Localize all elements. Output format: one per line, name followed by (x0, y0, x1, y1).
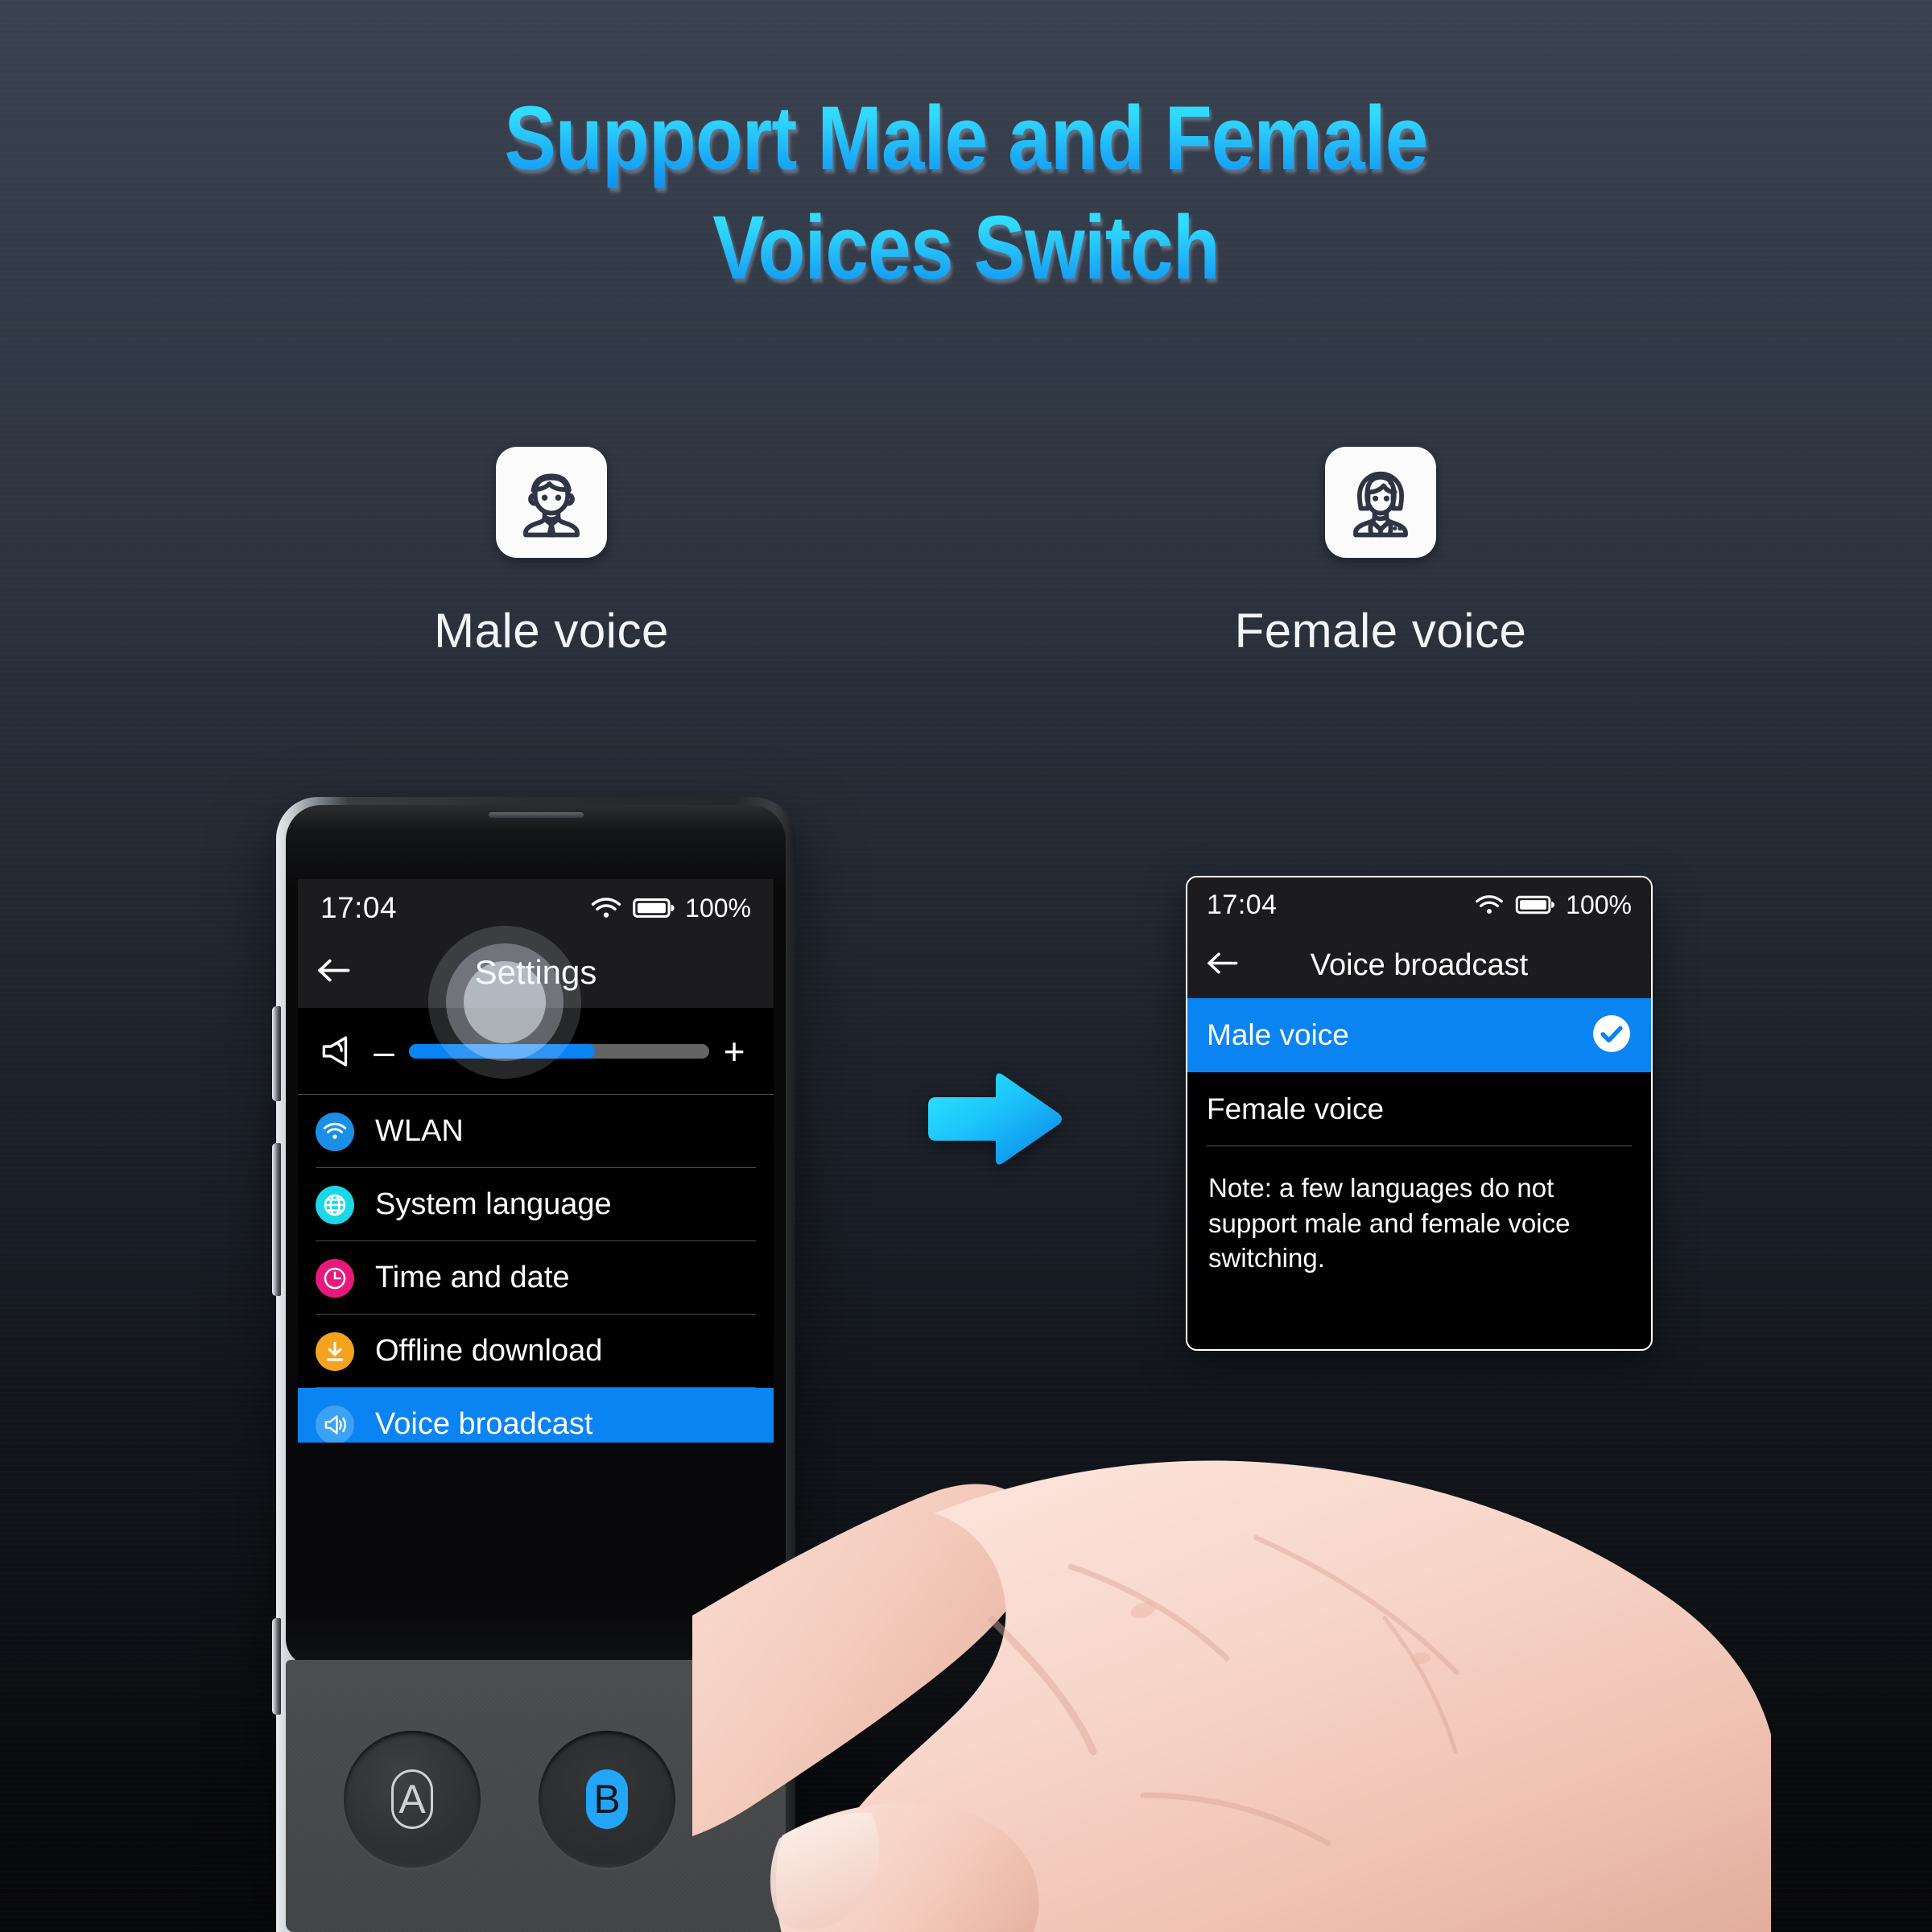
arrow-left-icon (1208, 952, 1238, 974)
settings-list: WLAN System language Time and date Offli… (298, 1095, 774, 1443)
voice-option-male: Male voice (415, 447, 688, 658)
side-button-middle[interactable] (272, 1143, 281, 1296)
settings-row-label: Time and date (375, 1261, 570, 1294)
volume-track[interactable] (409, 1043, 709, 1059)
key-b-button[interactable]: B (539, 1731, 675, 1868)
globe-icon (316, 1185, 354, 1224)
voice-option-female: Female voice (1235, 447, 1526, 658)
earpiece-speaker-slit (488, 812, 584, 818)
settings-row-label: Voice broadcast (375, 1407, 593, 1441)
wifi-icon (1476, 895, 1504, 914)
settings-row-time-and-date[interactable]: Time and date (298, 1241, 774, 1315)
clock-icon (316, 1258, 354, 1298)
option-label: Female voice (1207, 1092, 1385, 1125)
download-icon (316, 1331, 354, 1371)
screen-title: Settings (474, 953, 597, 991)
arrow-right-icon (928, 1073, 1062, 1165)
arrow-left-icon (318, 959, 350, 982)
device-screen: 17:04 100% Settings – + WLAN System lang… (298, 879, 774, 1443)
panel-title: Voice broadcast (1310, 947, 1529, 982)
option-female-voice[interactable]: Female voice (1187, 1072, 1651, 1146)
settings-row-label: WLAN (375, 1114, 464, 1148)
battery-icon (1515, 895, 1555, 914)
volume-fill (409, 1043, 596, 1059)
female-avatar-tile (1325, 447, 1436, 558)
option-label: Male voice (1207, 1018, 1349, 1051)
volume-slider-row[interactable]: – + (298, 1008, 774, 1095)
battery-icon (633, 898, 675, 918)
option-male-voice[interactable]: Male voice (1187, 998, 1651, 1072)
male-avatar-icon (523, 473, 580, 538)
panel-note: Note: a few languages do not support mal… (1208, 1173, 1571, 1274)
status-time: 17:04 (320, 891, 398, 924)
panel-back-button[interactable] (1205, 951, 1239, 980)
male-avatar-tile (496, 447, 607, 558)
battery-percent: 100% (685, 893, 751, 923)
key-a-label: A (391, 1769, 433, 1829)
wifi-circle-icon (316, 1112, 354, 1151)
title-line-1: Support Male and Female (135, 89, 1797, 188)
female-voice-caption: Female voice (1234, 604, 1527, 658)
speaker-wave-icon (316, 1405, 354, 1443)
panel-battery-percent: 100% (1566, 890, 1632, 919)
side-button-upper[interactable] (272, 1006, 281, 1101)
volume-down-button[interactable]: – (362, 1033, 406, 1070)
settings-row-label: Offline download (375, 1334, 603, 1368)
key-b-label: B (586, 1769, 628, 1829)
check-circle-icon (1591, 1013, 1632, 1058)
speaker-icon (316, 1034, 362, 1069)
page-title: Support Male and Female Voices Switch (0, 89, 1932, 298)
male-voice-caption: Male voice (434, 604, 669, 658)
voice-options-row: Male voice Female voice (0, 447, 1932, 658)
key-a-button[interactable]: A (344, 1731, 481, 1868)
promo-graphic: Support Male and Female Voices Switch Ma… (0, 0, 1932, 1932)
title-line-2: Voices Switch (135, 198, 1797, 298)
settings-row-wlan[interactable]: WLAN (298, 1095, 774, 1168)
wifi-icon (592, 898, 621, 918)
voice-broadcast-panel: 17:04 100% Voice broadcast Male voice Fe… (1186, 876, 1653, 1351)
panel-status-time: 17:04 (1207, 889, 1278, 920)
app-bar: Settings (298, 937, 774, 1008)
back-button[interactable] (316, 957, 351, 989)
settings-row-offline-download[interactable]: Offline download (298, 1315, 774, 1388)
female-avatar-icon (1353, 471, 1408, 538)
status-bar: 17:04 100% (298, 879, 774, 937)
pointing-hand (692, 1460, 1771, 1932)
side-button-lower[interactable] (272, 1618, 281, 1715)
volume-up-button[interactable]: + (712, 1033, 756, 1070)
panel-app-bar: Voice broadcast (1187, 932, 1651, 998)
panel-status-bar: 17:04 100% (1187, 877, 1651, 932)
settings-row-system-language[interactable]: System language (298, 1168, 774, 1241)
settings-row-label: System language (375, 1187, 612, 1221)
